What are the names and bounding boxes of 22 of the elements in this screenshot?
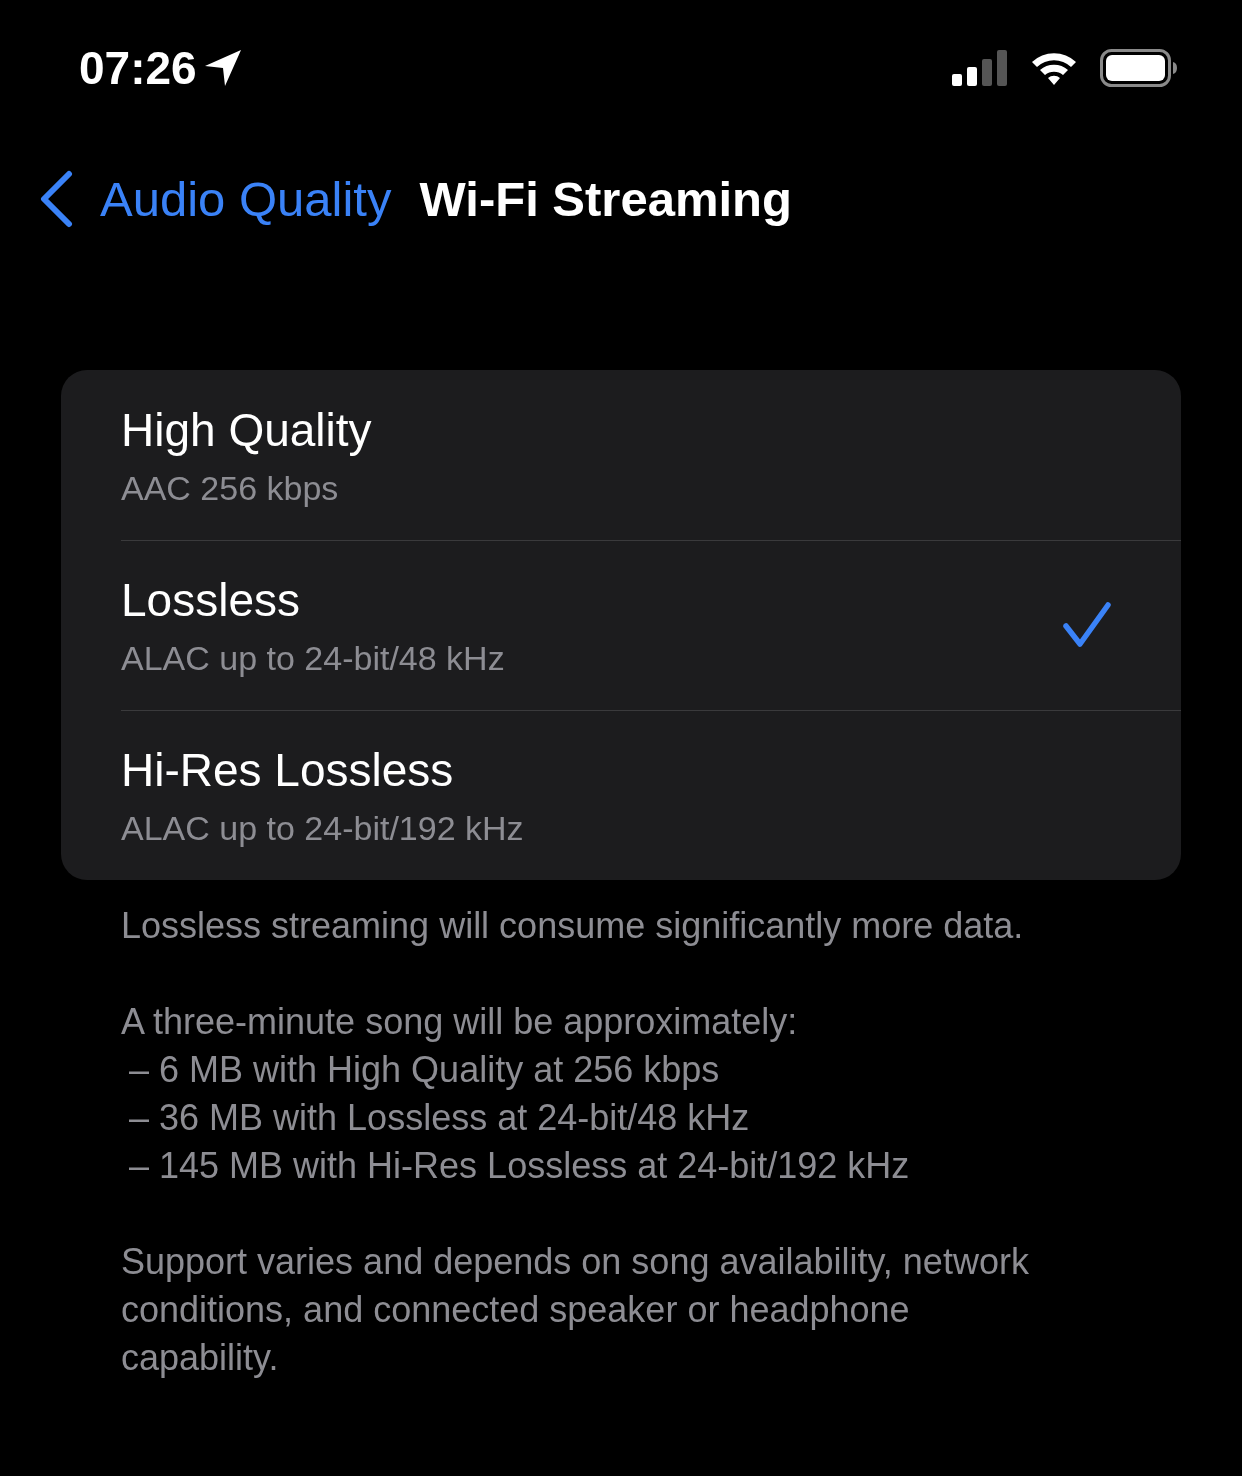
size-estimate: – 145 MB with Hi-Res Lossless at 24-bit/192 kHz	[129, 1144, 911, 1188]
quality-option[interactable]: High Quality AAC 256 kbps	[61, 370, 1181, 540]
option-subtitle: AAC 256 kbps	[121, 468, 340, 508]
option-subtitle: ALAC up to 24-bit/192 kHz	[121, 808, 525, 848]
quality-option[interactable]: Hi-Res Lossless ALAC up to 24-bit/192 kHz	[61, 710, 1181, 880]
option-title: Hi-Res Lossless	[121, 742, 455, 797]
option-subtitle: ALAC up to 24-bit/48 kHz	[121, 638, 506, 678]
option-title: High Quality	[121, 402, 373, 457]
battery-icon	[1100, 49, 1178, 87]
back-button[interactable]: Audio Quality	[38, 170, 392, 228]
screen-title: Wi-Fi Streaming	[419, 171, 792, 227]
footer-note: Lossless streaming will consume significantly more data.	[121, 904, 1025, 948]
option-title: Lossless	[121, 572, 301, 627]
cellular-signal-icon	[952, 50, 1008, 86]
back-chevron-icon	[38, 170, 74, 228]
quality-option[interactable]: Lossless ALAC up to 24-bit/48 kHz	[61, 540, 1181, 710]
wifi-icon	[1030, 50, 1078, 86]
size-estimate: – 36 MB with Lossless at 24-bit/48 kHz	[129, 1096, 751, 1140]
footer-note: Support varies and depends on song availability, network conditions, and connected speaker or headphone capability.	[121, 1240, 1030, 1380]
status-time: 07:26	[79, 41, 197, 95]
footer-note: A three-minute song will be approximately:	[121, 1000, 799, 1044]
size-estimate: – 6 MB with High Quality at 256 kbps	[129, 1048, 721, 1092]
